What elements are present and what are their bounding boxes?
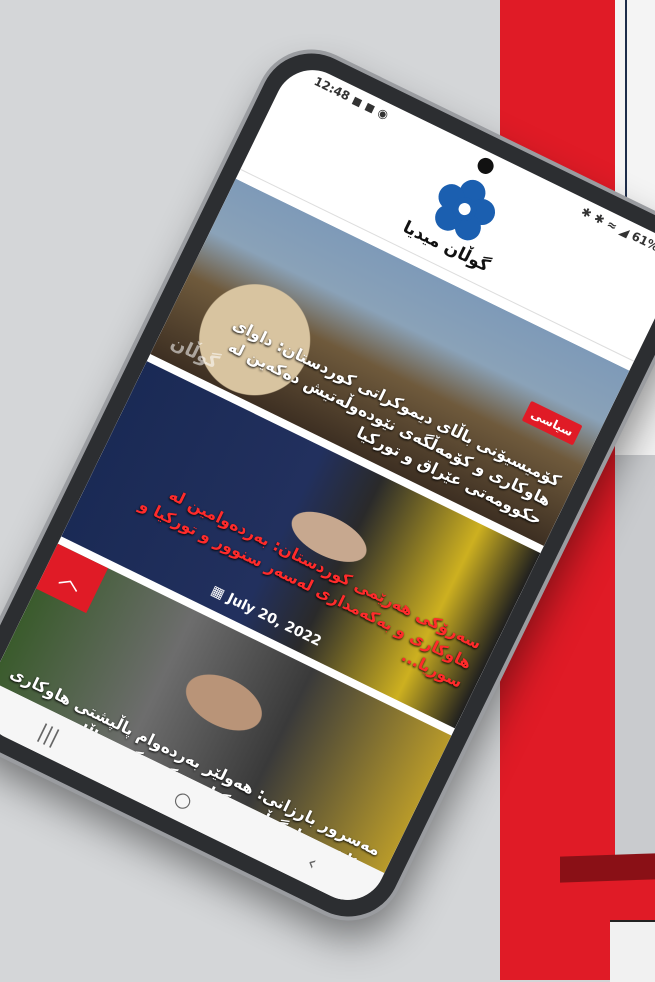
background-dark-band bbox=[560, 853, 655, 883]
home-button[interactable]: ○ bbox=[170, 785, 196, 814]
chevron-up-icon: ︿ bbox=[55, 564, 87, 597]
category-badge[interactable]: سیاسی bbox=[521, 400, 583, 446]
recent-apps-button[interactable]: ||| bbox=[35, 719, 64, 749]
calendar-icon: ▦ bbox=[208, 582, 228, 603]
background-gray-strip bbox=[615, 455, 655, 855]
news-title[interactable]: مەسرور بارزانی: هەولێر بەردەوام پاڵپشتی … bbox=[0, 662, 384, 873]
background-bottom-box bbox=[610, 920, 655, 982]
back-button[interactable]: ‹ bbox=[303, 850, 321, 875]
